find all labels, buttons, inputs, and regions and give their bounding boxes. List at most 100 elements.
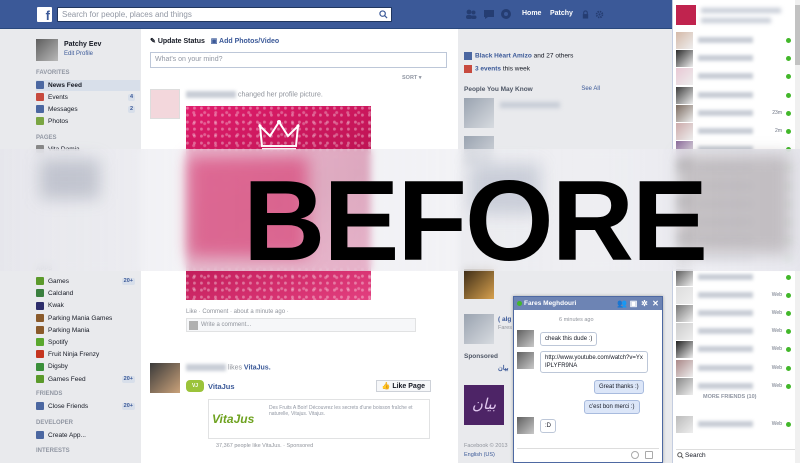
video-icon[interactable]: ▣ <box>629 299 638 308</box>
blurred-name[interactable] <box>186 364 226 371</box>
profile-link[interactable]: Home <box>522 10 541 17</box>
suggested-friend-photo[interactable] <box>464 98 494 128</box>
comment-input[interactable]: Write a comment... <box>186 318 416 332</box>
blurred-name[interactable] <box>500 102 560 108</box>
suggested-friend-name[interactable]: ( alg <box>498 316 511 323</box>
avatar[interactable] <box>36 39 58 61</box>
sidebar-item-app-5[interactable]: Spotify <box>36 337 140 348</box>
page-logo[interactable]: VJ <box>186 380 204 392</box>
facebook-logo[interactable]: f <box>37 7 52 23</box>
chat-message[interactable]: cheak this dude :) <box>540 332 598 346</box>
chat-message[interactable]: http://www.youtube.com/watch?v=YxIPLYFR9… <box>540 351 648 373</box>
composer-tabs: ✎ Update Status ▣ Add Photos/Video <box>150 37 279 45</box>
games-icon <box>36 277 44 286</box>
suggested-friend-photo[interactable] <box>464 314 494 344</box>
scrollbar-thumb[interactable] <box>795 5 800 65</box>
chat-search-input[interactable]: Search <box>676 449 796 460</box>
sidebar-item-app-6[interactable]: Fruit Ninja Frenzy <box>36 349 140 360</box>
sidebar-item-app-0[interactable]: Games 20+ <box>36 276 140 287</box>
sponsored-title[interactable]: بيان <box>498 364 509 372</box>
chat-contact[interactable] <box>676 50 794 68</box>
chat-contact[interactable]: Web <box>676 323 794 341</box>
chat-message[interactable]: Great thanks :) <box>594 380 644 394</box>
interests-heading: INTERESTS <box>36 448 70 454</box>
profile-block[interactable]: Patchy Eev Edit Profile <box>36 39 101 61</box>
chat-message[interactable]: :D <box>540 419 556 433</box>
page-ad-card[interactable]: VitaJus Des Fruits A Boir! Découvrez les… <box>208 399 430 439</box>
chat-contact[interactable]: 2m <box>676 123 794 141</box>
avatar[interactable] <box>517 417 534 434</box>
news-feed-icon <box>36 81 44 90</box>
sidebar-item-favorite-3[interactable]: Photos <box>36 116 140 127</box>
blurred-content <box>40 159 100 199</box>
add-friend-icon[interactable]: 👥 <box>617 299 627 308</box>
brand-logo: VitaJus <box>212 403 254 436</box>
avatar[interactable] <box>676 5 696 25</box>
add-photos-tab[interactable]: ▣ Add Photos/Video <box>211 38 279 45</box>
update-status-tab[interactable]: ✎ Update Status <box>150 38 205 45</box>
sidebar-item-favorite-1[interactable]: Events 4 <box>36 92 140 103</box>
chat-status: Web <box>771 291 782 298</box>
chat-contact[interactable] <box>676 86 794 105</box>
home-link[interactable]: Patchy <box>550 10 573 17</box>
chat-contact[interactable] <box>676 32 794 50</box>
chat-contact[interactable]: Web <box>676 305 794 323</box>
sidebar-item-app-4[interactable]: Parking Mania <box>36 325 140 336</box>
sidebar-item-app-8[interactable]: Games Feed 20+ <box>36 374 140 385</box>
chat-message[interactable]: c'est bon merci :) <box>584 400 640 414</box>
chat-contact[interactable] <box>676 68 794 86</box>
sidebar-item-favorite-2[interactable]: Messages 2 <box>36 104 140 115</box>
chat-contact[interactable]: Web <box>676 416 794 434</box>
like-page-button[interactable]: 👍 Like Page <box>375 380 431 392</box>
see-all-link[interactable]: See All <box>581 86 600 92</box>
avatar[interactable] <box>150 363 180 393</box>
messages-icon[interactable] <box>483 8 495 20</box>
chat-contact[interactable]: Web <box>676 341 794 359</box>
sort-dropdown[interactable]: SORT ▾ <box>402 75 422 81</box>
sidebar-item-friends-0[interactable]: Close Friends 20+ <box>36 401 140 412</box>
chat-status: Web <box>771 382 782 389</box>
emoticon-icon[interactable] <box>631 451 639 459</box>
chat-status: Web <box>771 346 782 353</box>
chat-contact[interactable]: Web <box>676 359 794 378</box>
search-icon[interactable] <box>379 10 388 19</box>
lock-icon[interactable] <box>581 10 590 19</box>
sidebar-item-app-3[interactable]: Parking Mania Games <box>36 313 140 324</box>
chat-status: 2m <box>775 128 782 134</box>
sidebar-item-developer-0[interactable]: Create App... <box>36 430 140 441</box>
page-link[interactable]: VitaJus. <box>244 364 271 371</box>
chat-search-label: Search <box>685 452 706 459</box>
avatar[interactable] <box>517 352 534 369</box>
birthday-reminder[interactable]: Black Hèart Amizo and 27 others <box>464 52 573 60</box>
camera-icon[interactable] <box>645 451 653 459</box>
language-link[interactable]: English (US) <box>464 452 495 458</box>
notifications-icon[interactable] <box>500 8 512 20</box>
blurred-name[interactable] <box>186 91 236 98</box>
avatar[interactable] <box>517 330 534 347</box>
chat-contact-name[interactable]: Fares Meghdouri <box>524 300 576 307</box>
status-input[interactable]: What's on your mind? <box>150 52 447 68</box>
sidebar-item-favorite-0[interactable]: News Feed <box>36 80 140 91</box>
page-name[interactable]: VitaJus <box>208 382 235 391</box>
search-input[interactable]: Search for people, places and things <box>57 7 392 22</box>
avatar[interactable] <box>150 89 180 119</box>
chat-contact[interactable]: 23m <box>676 104 794 123</box>
story-actions[interactable]: Like · Comment · about a minute ago · <box>186 309 446 315</box>
favorites-heading: FAVORITES <box>36 70 70 76</box>
chat-window-header[interactable]: Fares Meghdouri 👥 ▣ ✲ ✕ <box>514 297 662 310</box>
close-icon[interactable]: ✕ <box>651 299 660 308</box>
sidebar-item-app-7[interactable]: Digsby <box>36 361 140 372</box>
chat-message-input[interactable] <box>517 448 659 460</box>
sidebar-item-label: Games <box>48 278 69 285</box>
friend-requests-icon[interactable] <box>465 8 477 20</box>
sponsored-ad-image[interactable]: بيان <box>464 385 504 425</box>
avatar <box>676 86 693 104</box>
online-dot <box>786 74 791 80</box>
gear-icon[interactable]: ✲ <box>640 299 649 308</box>
sidebar-item-app-1[interactable]: Calcland <box>36 288 140 299</box>
events-reminder[interactable]: 3 events this week <box>464 65 530 73</box>
story-header: likes VitaJus. <box>186 364 271 371</box>
sidebar-item-app-2[interactable]: Kwak <box>36 300 140 311</box>
gear-icon[interactable] <box>595 10 604 19</box>
chat-status: 23m <box>772 109 782 116</box>
